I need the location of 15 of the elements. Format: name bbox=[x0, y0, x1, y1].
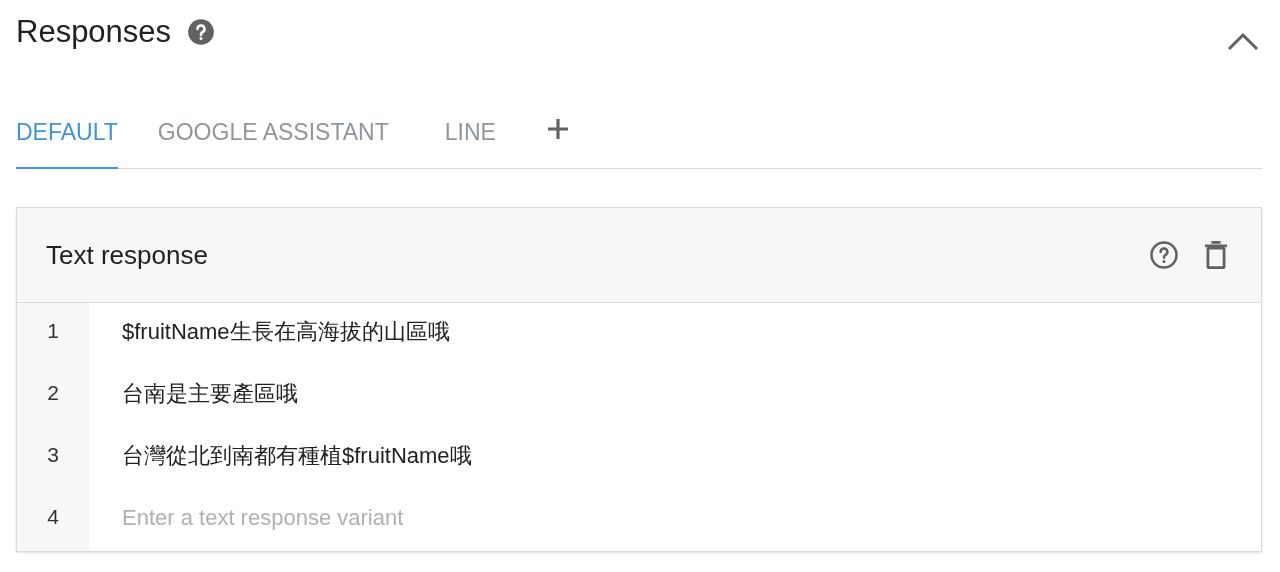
chevron-up-icon[interactable] bbox=[1226, 30, 1260, 52]
line-number: 4 bbox=[17, 489, 89, 551]
help-icon[interactable] bbox=[1149, 240, 1179, 270]
response-field[interactable]: 台南是主要產區哦 bbox=[89, 365, 1261, 427]
response-field[interactable]: 台灣從北到南都有種植$fruitName哦 bbox=[89, 427, 1261, 489]
response-field[interactable]: $fruitName生長在高海拔的山區哦 bbox=[89, 303, 1261, 365]
line-number: 2 bbox=[17, 365, 89, 427]
section-title: Responses bbox=[16, 13, 172, 51]
add-tab-icon[interactable] bbox=[545, 117, 570, 141]
help-icon[interactable] bbox=[187, 18, 216, 46]
line-number: 3 bbox=[17, 427, 89, 489]
trash-icon[interactable] bbox=[1203, 240, 1229, 270]
line-number: 1 bbox=[17, 303, 89, 365]
card-title: Text response bbox=[46, 238, 208, 272]
response-field[interactable]: Enter a text response variant bbox=[89, 489, 1261, 551]
